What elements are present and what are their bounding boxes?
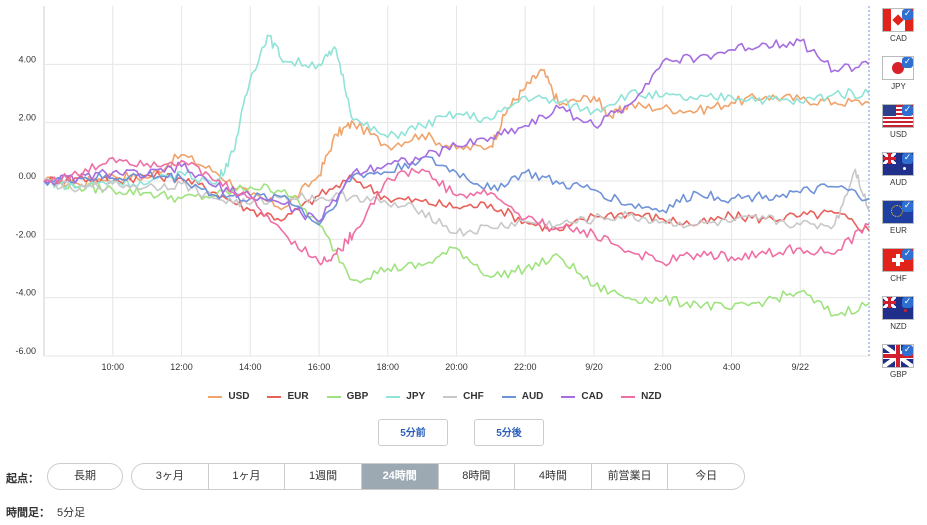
checked-icon: ✓: [902, 345, 913, 356]
timeframe-value: 5分足: [57, 507, 86, 519]
range-8-hours-button[interactable]: 8時間: [437, 464, 515, 489]
y-tick-label: 4.00: [18, 54, 36, 64]
range-24-hours-button[interactable]: 24時間: [360, 464, 438, 489]
timeframe-label: 時間足：: [6, 507, 50, 519]
legend-label: CAD: [581, 391, 604, 402]
legend-item-gbp[interactable]: GBP: [326, 391, 369, 402]
currency-flag-panel: ✓ CAD ✓ JPY ✓ USD ✓ AUD ✓ EUR ✓ CHF ✓ NZ…: [870, 4, 927, 384]
chart-legend: USD EUR GBP JPY CHF AUD CAD NZD: [0, 391, 870, 402]
flag-label: NZD: [890, 322, 907, 331]
legend-item-jpy[interactable]: JPY: [386, 391, 425, 402]
x-tick-label: 2:00: [654, 362, 672, 372]
uk-flag-icon[interactable]: ✓: [882, 344, 914, 368]
checked-icon: ✓: [902, 249, 913, 260]
y-tick-label: -6.00: [15, 346, 36, 356]
legend-item-aud[interactable]: AUD: [501, 391, 544, 402]
legend-item-nzd[interactable]: NZD: [621, 391, 662, 402]
legend-label: GBP: [346, 391, 369, 402]
range-4-hours-button[interactable]: 4時間: [514, 464, 591, 489]
checked-icon: ✓: [902, 153, 913, 164]
legend-swatch: [208, 395, 223, 398]
legend-label: JPY: [406, 391, 426, 402]
y-tick-label: -2.00: [15, 229, 36, 239]
flag-label: CHF: [890, 274, 907, 283]
x-tick-label: 9/20: [585, 362, 603, 372]
checked-icon: ✓: [902, 297, 913, 308]
legend-item-usd[interactable]: USD: [208, 391, 249, 402]
y-tick-label: 0.00: [18, 171, 36, 181]
australia-flag-icon[interactable]: ✓: [882, 152, 914, 176]
legend-item-chf[interactable]: CHF: [443, 391, 484, 402]
legend-label: AUD: [521, 391, 544, 402]
legend-swatch: [267, 395, 282, 398]
x-tick-label: 9/22: [791, 362, 809, 372]
legend-swatch: [326, 395, 341, 398]
checked-icon: ✓: [902, 57, 913, 68]
x-tick-label: 18:00: [376, 362, 399, 372]
legend-item-cad[interactable]: CAD: [561, 391, 603, 402]
long-term-button[interactable]: 長期: [47, 463, 123, 490]
prev-5min-button[interactable]: 5分前: [378, 419, 448, 446]
legend-swatch: [621, 395, 636, 398]
range-selector: 3ヶ月 1ヶ月 1週間 24時間 8時間 4時間 前営業日 今日: [131, 463, 745, 490]
checked-icon: ✓: [902, 201, 913, 212]
x-tick-label: 14:00: [239, 362, 262, 372]
range-1-week-button[interactable]: 1週間: [284, 464, 361, 489]
range-3-months-button[interactable]: 3ヶ月: [132, 464, 208, 489]
legend-label: NZD: [641, 391, 662, 402]
flag-label: GBP: [890, 370, 907, 379]
japan-flag-icon[interactable]: ✓: [882, 56, 914, 80]
legend-label: CHF: [463, 391, 484, 402]
range-previous-business-day-button[interactable]: 前営業日: [590, 464, 668, 489]
range-today-button[interactable]: 今日: [667, 464, 744, 489]
legend-label: EUR: [287, 391, 309, 402]
x-tick-label: 22:00: [514, 362, 537, 372]
flag-label: AUD: [890, 178, 907, 187]
y-tick-label: -4.00: [15, 288, 36, 298]
flag-label: USD: [890, 130, 907, 139]
origin-label: 起点：: [6, 473, 39, 485]
legend-label: USD: [228, 391, 250, 402]
x-tick-label: 20:00: [445, 362, 468, 372]
next-5min-button[interactable]: 5分後: [474, 419, 544, 446]
usa-flag-icon[interactable]: ✓: [882, 104, 914, 128]
flag-label: JPY: [891, 82, 906, 91]
flag-label: CAD: [890, 34, 907, 43]
fx-strength-chart: 4.00 2.00 0.00 -2.00 -4.00 -6.00 10:00 12:00 14:…: [15, 6, 870, 372]
flag-label: EUR: [890, 226, 907, 235]
y-tick-label: 2.00: [18, 113, 36, 123]
x-tick-label: 4:00: [723, 362, 741, 372]
x-tick-label: 12:00: [170, 362, 193, 372]
legend-item-eur[interactable]: EUR: [267, 391, 309, 402]
legend-swatch: [501, 395, 516, 398]
new-zealand-flag-icon[interactable]: ✓: [882, 296, 914, 320]
legend-swatch: [561, 395, 576, 398]
checked-icon: ✓: [902, 9, 913, 20]
x-tick-label: 10:00: [101, 362, 124, 372]
legend-swatch: [386, 395, 401, 398]
canada-flag-icon[interactable]: ✓: [882, 8, 914, 32]
range-1-month-button[interactable]: 1ヶ月: [207, 464, 285, 489]
legend-swatch: [443, 395, 458, 398]
checked-icon: ✓: [902, 105, 913, 116]
eu-flag-icon[interactable]: ✓: [882, 200, 914, 224]
x-tick-label: 16:00: [308, 362, 331, 372]
switzerland-flag-icon[interactable]: ✓: [882, 248, 914, 272]
